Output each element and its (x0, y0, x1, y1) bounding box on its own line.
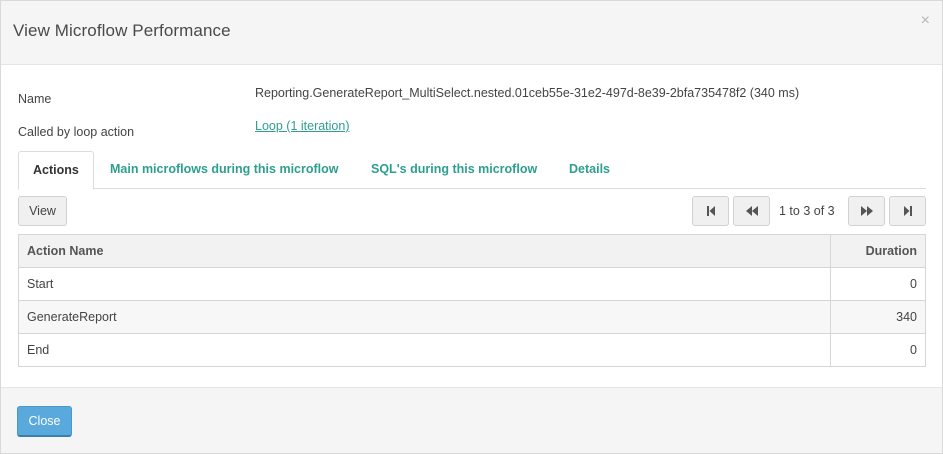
first-page-icon (706, 206, 715, 216)
action-name-cell: End (18, 333, 831, 367)
close-button[interactable]: Close (17, 406, 72, 437)
tab-sqls[interactable]: SQL's during this microflow (371, 151, 537, 189)
view-button[interactable]: View (18, 196, 67, 226)
action-name-cell: GenerateReport (18, 300, 831, 334)
column-header-duration[interactable]: Duration (830, 234, 926, 268)
next-page-icon (860, 206, 873, 216)
previous-page-button[interactable] (733, 196, 770, 226)
dialog-footer: Close (1, 387, 942, 453)
previous-page-icon (745, 206, 758, 216)
close-icon[interactable]: × (921, 11, 930, 31)
grid-header-row: Action Name Duration (18, 234, 926, 268)
dialog-header: View Microflow Performance × (1, 1, 942, 65)
name-value: Reporting.GenerateReport_MultiSelect.nes… (255, 86, 800, 100)
last-page-button[interactable] (889, 196, 926, 226)
microflow-performance-dialog: View Microflow Performance × Name Report… (0, 0, 943, 454)
action-name-cell: Start (18, 267, 831, 301)
duration-cell: 0 (830, 333, 926, 367)
first-page-button[interactable] (692, 196, 729, 226)
tab-actions[interactable]: Actions (18, 151, 94, 190)
dialog-title: View Microflow Performance (13, 21, 231, 40)
tab-main-microflows[interactable]: Main microflows during this microflow (110, 151, 339, 189)
called-by-link[interactable]: Loop (1 iteration) (255, 119, 350, 133)
column-header-action-name[interactable]: Action Name (18, 234, 831, 268)
tab-bar: Actions Main microflows during this micr… (18, 151, 926, 190)
name-label: Name (18, 92, 52, 106)
table-row[interactable]: GenerateReport 340 (18, 300, 926, 334)
actions-grid: Action Name Duration Start 0 GenerateRep… (18, 234, 926, 367)
last-page-icon (903, 206, 912, 216)
table-row[interactable]: Start 0 (18, 267, 926, 301)
duration-cell: 340 (830, 300, 926, 334)
tab-details[interactable]: Details (569, 151, 610, 189)
duration-cell: 0 (830, 267, 926, 301)
pager-status: 1 to 3 of 3 (779, 204, 835, 218)
next-page-button[interactable] (848, 196, 885, 226)
table-row[interactable]: End 0 (18, 333, 926, 367)
called-by-label: Called by loop action (18, 125, 135, 139)
